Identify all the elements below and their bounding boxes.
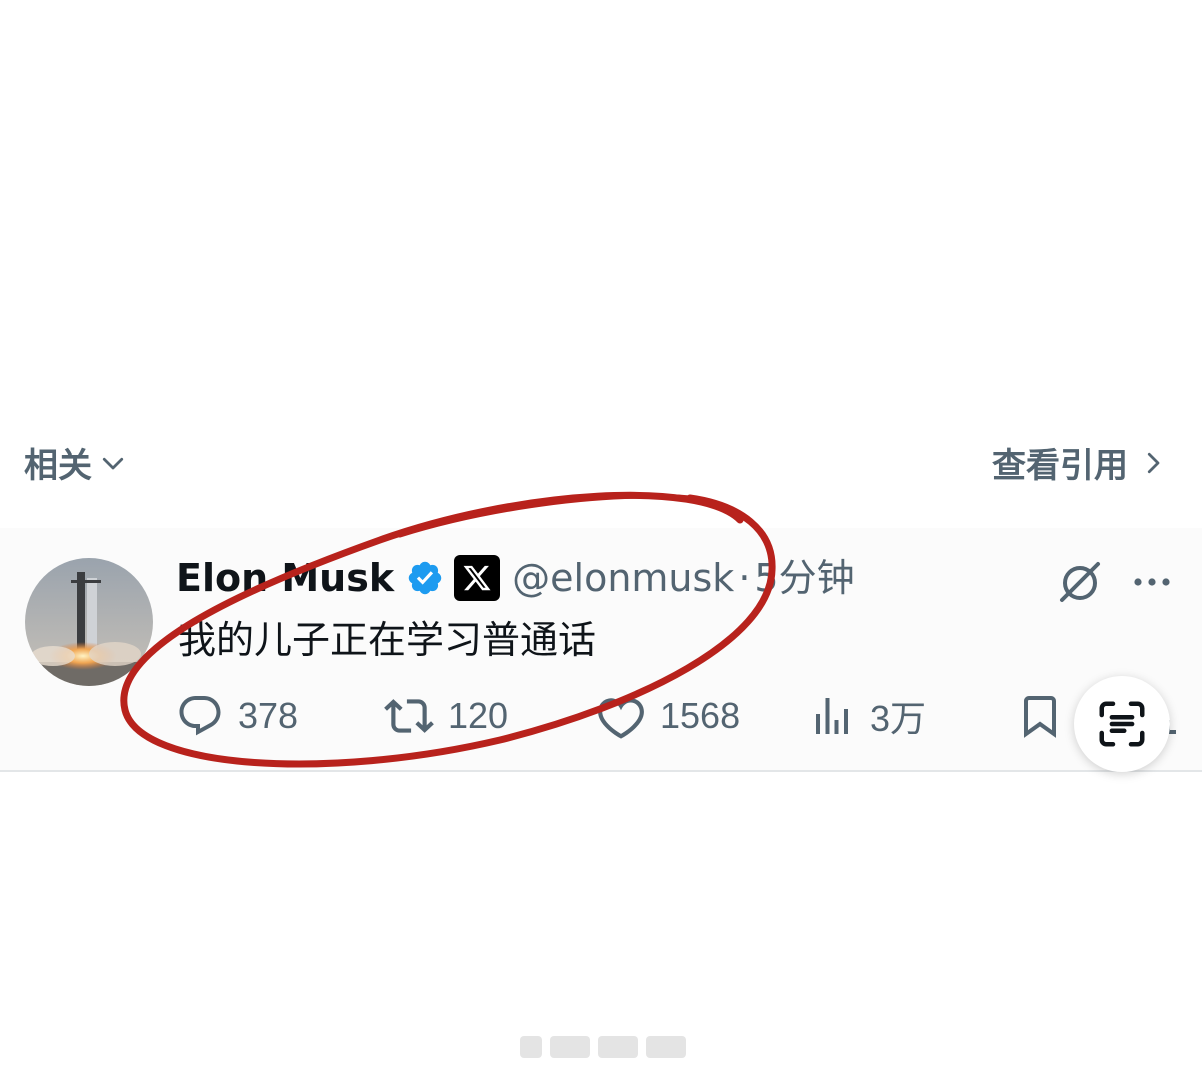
avatar[interactable]: [25, 558, 153, 686]
verified-badge-icon: [408, 561, 442, 595]
author-name[interactable]: Elon Musk: [176, 552, 394, 604]
scan-text-button[interactable]: [1074, 676, 1170, 772]
related-header: 相关 查看引用: [0, 430, 1202, 490]
tweet-text: 我的儿子正在学习普通话: [178, 618, 597, 662]
chevron-right-icon: [1147, 452, 1160, 473]
rocket-launch-avatar-image: [25, 558, 153, 686]
bar-chart-icon: [816, 698, 848, 734]
related-dropdown[interactable]: 相关: [24, 438, 128, 487]
author-handle[interactable]: @elonmusk: [512, 552, 734, 604]
reply-button[interactable]: 378: [176, 688, 298, 744]
tweet-header: Elon Musk @elonmusk · 5分钟: [176, 552, 855, 604]
related-label: 相关: [24, 446, 92, 486]
tweet-time[interactable]: 5分钟: [754, 552, 854, 604]
view-quotes-link[interactable]: 查看引用: [992, 438, 1168, 487]
views-count: 3万: [870, 698, 927, 739]
bookmark-button[interactable]: [1016, 688, 1064, 744]
like-count: 1568: [660, 695, 741, 736]
scan-text-icon: [1099, 701, 1145, 747]
reply-bubble-icon: [179, 696, 221, 736]
watermark: [520, 1036, 686, 1058]
page: 相关 查看引用 Elon Musk @elonmusk · 5分钟 我的儿子正在…: [0, 0, 1202, 1080]
more-dots-icon[interactable]: [1130, 560, 1174, 604]
bookmark-icon: [1024, 696, 1056, 738]
tweet-actions: 378 120 1568 3万: [176, 688, 1202, 744]
grok-icon[interactable]: [1056, 558, 1104, 606]
chevron-down-icon: [102, 457, 124, 469]
view-quotes-label: 查看引用: [992, 446, 1128, 486]
tweet-card[interactable]: Elon Musk @elonmusk · 5分钟 我的儿子正在学习普通话 37…: [0, 528, 1202, 772]
views-button[interactable]: 3万: [808, 688, 926, 744]
like-button[interactable]: 1568: [596, 688, 740, 744]
header-separator: ·: [738, 556, 751, 600]
retweet-button[interactable]: 120: [384, 688, 508, 744]
retweet-count: 120: [448, 695, 509, 736]
x-logo-icon[interactable]: [454, 555, 501, 601]
reply-count: 378: [238, 695, 299, 736]
heart-icon: [598, 698, 644, 739]
retweet-icon: [384, 699, 434, 733]
